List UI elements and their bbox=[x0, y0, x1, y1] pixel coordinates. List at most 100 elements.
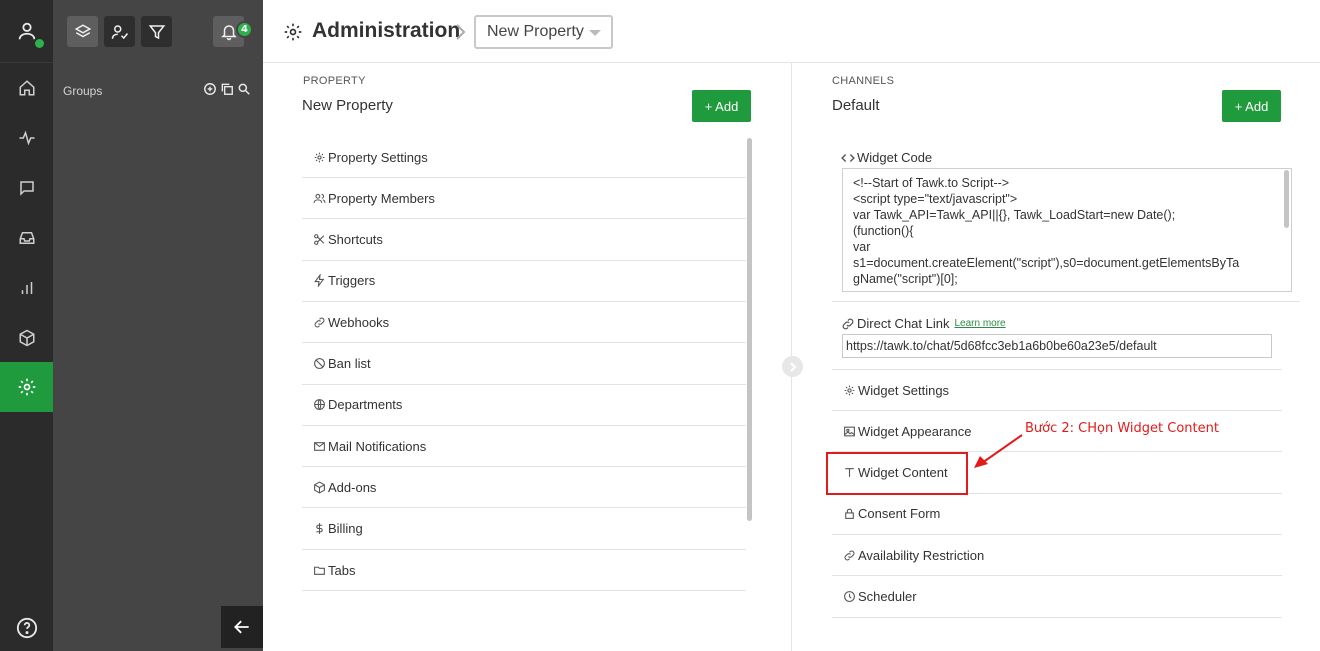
direct-chat-label: Direct Chat Link bbox=[857, 316, 950, 331]
ban-icon bbox=[312, 357, 326, 371]
row-divider bbox=[832, 301, 1300, 302]
users-icon bbox=[312, 191, 326, 205]
nav-addons[interactable] bbox=[0, 313, 53, 363]
channel-menu-item-label: Consent Form bbox=[858, 506, 941, 522]
property-menu-item-label: Ban list bbox=[328, 356, 371, 371]
property-menu-item-label: Add-ons bbox=[328, 479, 377, 495]
property-menu: Property Settings Property Members Shortcu… bbox=[302, 137, 746, 608]
property-name: New Property bbox=[302, 97, 393, 114]
settings-icon bbox=[18, 378, 35, 396]
property-menu-item-property-settings[interactable]: Property Settings bbox=[302, 137, 746, 178]
channel-menu-item-availability-restriction[interactable]: Availability Restriction bbox=[832, 535, 1282, 577]
property-menu-item-triggers[interactable]: Triggers bbox=[302, 261, 746, 302]
search-groups-icon[interactable] bbox=[237, 82, 251, 96]
property-menu-item-add-ons[interactable]: Add-ons bbox=[302, 467, 746, 509]
chat-icon bbox=[19, 181, 34, 196]
image-icon bbox=[842, 424, 856, 438]
agent-avatar[interactable] bbox=[0, 0, 53, 62]
annotation-text: Bước 2: CHọn Widget Content bbox=[1025, 421, 1219, 436]
filter-icon bbox=[148, 24, 165, 39]
chevron-right-icon bbox=[789, 361, 796, 372]
gear-icon bbox=[842, 383, 856, 397]
chevron-right-icon bbox=[456, 24, 466, 40]
code-line: <script type="text/javascript"> bbox=[853, 192, 1018, 206]
property-menu-item-mail-notifications[interactable]: Mail Notifications bbox=[302, 426, 746, 468]
property-menu-item-webhooks[interactable]: Webhooks bbox=[302, 302, 746, 344]
copy-group-icon[interactable] bbox=[220, 82, 234, 96]
scissors-icon bbox=[312, 233, 326, 247]
bell-icon bbox=[220, 24, 237, 40]
inbox-icon bbox=[19, 232, 34, 244]
clock-icon bbox=[842, 590, 856, 604]
property-menu-item-label: Triggers bbox=[328, 273, 376, 289]
gear-icon bbox=[284, 23, 302, 41]
toggle-column-button[interactable] bbox=[782, 356, 803, 377]
channel-name: Default bbox=[832, 97, 880, 114]
folder-icon bbox=[312, 563, 326, 577]
add-group-icon[interactable] bbox=[203, 82, 217, 96]
nav-messaging[interactable] bbox=[0, 163, 53, 213]
layers-button[interactable] bbox=[67, 16, 98, 47]
groups-actions bbox=[203, 82, 251, 96]
reports-icon bbox=[21, 282, 32, 294]
channel-menu: Widget Settings Widget Appearance Widget C… bbox=[832, 370, 1282, 620]
add-property-button[interactable]: + Add bbox=[692, 90, 751, 122]
code-line: var Tawk_API=Tawk_API||{}, Tawk_LoadStar… bbox=[853, 208, 1176, 222]
widget-code-heading: Widget Code bbox=[841, 150, 932, 165]
collapse-sidebar-button[interactable] bbox=[221, 606, 263, 648]
property-menu-item-shortcuts[interactable]: Shortcuts bbox=[302, 220, 746, 261]
code-icon bbox=[841, 153, 855, 162]
channel-menu-item-label: Availability Restriction bbox=[858, 547, 985, 563]
annotation-arrow-icon bbox=[974, 434, 1023, 468]
property-menu-item-property-members[interactable]: Property Members bbox=[302, 178, 746, 220]
nav-inbox[interactable] bbox=[0, 213, 53, 263]
help-button[interactable] bbox=[0, 604, 53, 651]
filter-button[interactable] bbox=[141, 16, 172, 47]
code-line: gName("script")[0]; bbox=[853, 272, 958, 286]
property-menu-item-tabs[interactable]: Tabs bbox=[302, 550, 746, 591]
user-check-icon bbox=[111, 24, 128, 39]
nav-administration[interactable] bbox=[0, 362, 53, 412]
link-icon bbox=[312, 315, 326, 329]
property-menu-item-label: Shortcuts bbox=[328, 232, 383, 248]
mail-icon bbox=[312, 439, 326, 453]
widget-code-scrollbar[interactable] bbox=[1284, 170, 1289, 228]
property-menu-item-ban-list[interactable]: Ban list bbox=[302, 344, 746, 385]
link-icon bbox=[842, 548, 856, 562]
property-select[interactable]: New Property bbox=[474, 15, 613, 49]
channel-menu-item-widget-settings[interactable]: Widget Settings bbox=[832, 370, 1282, 411]
cube-icon bbox=[19, 329, 34, 347]
channel-menu-item-label: Widget Settings bbox=[858, 382, 950, 398]
widget-code-textarea[interactable]: <!--Start of Tawk.to Script--> <script ty… bbox=[842, 168, 1292, 292]
channel-menu-item-scheduler[interactable]: Scheduler bbox=[832, 577, 1282, 618]
add-channel-button[interactable]: + Add bbox=[1222, 90, 1281, 122]
nav-home[interactable] bbox=[0, 63, 53, 113]
channels-section-label: CHANNELS bbox=[832, 75, 895, 87]
property-menu-item-label: Billing bbox=[328, 521, 363, 537]
property-menu-item-label: Departments bbox=[328, 397, 403, 413]
property-menu-item-label: Webhooks bbox=[328, 314, 390, 330]
learn-more-link[interactable]: Learn more bbox=[954, 318, 1005, 329]
assigned-user-button[interactable] bbox=[104, 16, 135, 47]
channel-menu-item-consent-form[interactable]: Consent Form bbox=[832, 494, 1282, 535]
globe-icon bbox=[312, 398, 326, 412]
widget-code-label: Widget Code bbox=[857, 150, 933, 165]
property-menu-scrollbar[interactable] bbox=[747, 138, 752, 521]
groups-label: Groups bbox=[63, 84, 103, 98]
dollar-icon bbox=[312, 522, 326, 536]
main-content: PROPERTY New Property + Add Property Set… bbox=[263, 63, 1320, 651]
channel-menu-item-label: Scheduler bbox=[858, 589, 917, 604]
arrow-left-icon bbox=[234, 620, 249, 634]
property-menu-item-departments[interactable]: Departments bbox=[302, 385, 746, 426]
property-menu-item-label: Mail Notifications bbox=[328, 438, 427, 454]
nav-reports[interactable] bbox=[0, 263, 53, 313]
channel-menu-item-label: Widget Appearance bbox=[858, 423, 972, 439]
property-menu-item-label: Tabs bbox=[328, 562, 356, 578]
gear-icon bbox=[312, 150, 326, 164]
property-select-value: New Property bbox=[487, 23, 584, 40]
link-icon bbox=[842, 318, 854, 329]
lock-icon bbox=[842, 507, 856, 521]
direct-chat-url-field[interactable]: https://tawk.to/chat/5d68fcc3eb1a6b0be60… bbox=[842, 334, 1272, 358]
nav-monitoring[interactable] bbox=[0, 113, 53, 163]
property-menu-item-billing[interactable]: Billing bbox=[302, 509, 746, 550]
